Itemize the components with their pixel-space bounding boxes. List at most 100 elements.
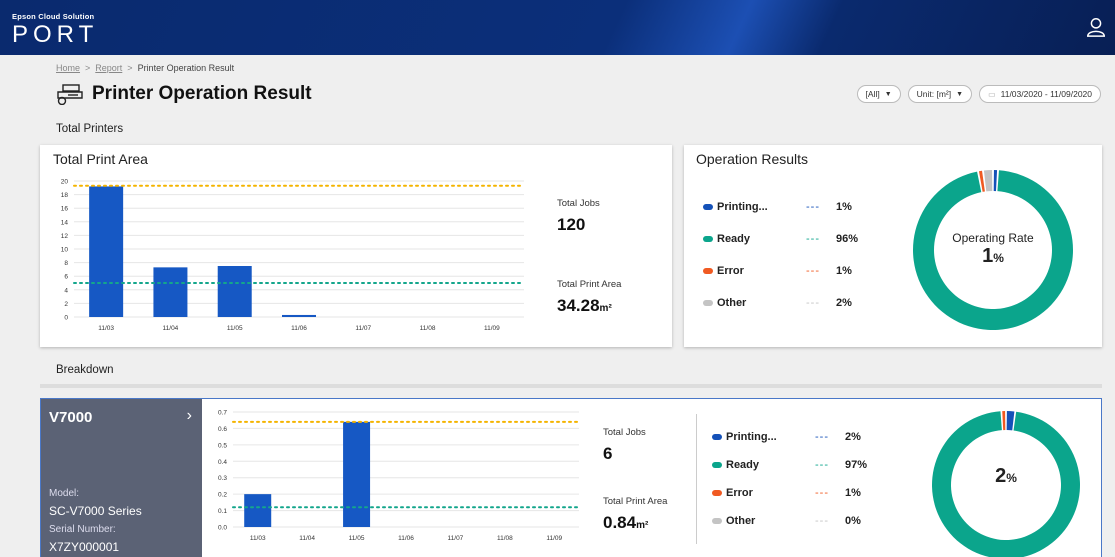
y-tick-label: 16 (61, 206, 69, 213)
printer-card-v7000: V7000 › Model: SC-V7000 Series Serial Nu… (40, 398, 1102, 557)
vertical-divider (696, 414, 697, 544)
legend-label: Error (717, 265, 744, 277)
bar[interactable] (89, 186, 124, 317)
legend-label: Printing... (726, 431, 777, 443)
unit-dropdown[interactable]: Unit: [m²] ▼ (907, 85, 973, 103)
total-print-area-card: Total Print Area 0 2 4 6 8 10 12 14 16 18 20 11/03 1… (40, 145, 672, 347)
x-tick-label: 11/09 (546, 535, 562, 542)
legend-dash: --- (806, 233, 820, 245)
legend-percent: 2% (845, 431, 861, 443)
date-range-picker[interactable]: ▭ 11/03/2020 - 11/09/2020 (979, 85, 1101, 103)
legend-swatch-icon (703, 268, 713, 274)
legend-row: Ready --- 97% (712, 459, 882, 471)
legend-row: Other --- 2% (703, 297, 873, 309)
legend-row: Printing... --- 2% (712, 431, 882, 443)
card-title: Total Print Area (53, 151, 148, 167)
legend-percent: 0% (845, 515, 861, 527)
legend-percent: 1% (836, 265, 852, 277)
total-area-value: 34.28m² (557, 296, 612, 316)
y-tick-label: 18 (61, 192, 69, 199)
y-tick-label: 14 (61, 219, 69, 226)
x-tick-label: 11/07 (355, 325, 371, 332)
legend-swatch-icon (703, 204, 713, 210)
total-jobs-label: Total Jobs (603, 427, 646, 438)
y-tick-label: 0 (64, 315, 68, 322)
rate-unit: % (993, 251, 1004, 265)
y-tick-label: 8 (64, 260, 68, 267)
brand-subtitle: Epson Cloud Solution (12, 12, 95, 21)
rate-number: 1 (982, 245, 994, 267)
user-account-icon[interactable] (1085, 16, 1107, 38)
breadcrumb-separator: > (85, 63, 91, 73)
scope-dropdown[interactable]: [All] ▼ (856, 85, 901, 103)
legend-swatch-icon (712, 462, 722, 468)
x-tick-label: 11/09 (484, 325, 500, 332)
legend-swatch-icon (703, 300, 713, 306)
area-unit: m² (636, 520, 649, 531)
legend-row: Error --- 1% (703, 265, 873, 277)
bar[interactable] (153, 267, 188, 317)
v7000-rate-value: 2% (921, 465, 1091, 488)
printer-summary-panel[interactable]: V7000 › Model: SC-V7000 Series Serial Nu… (41, 399, 202, 557)
x-tick-label: 11/08 (497, 535, 513, 542)
legend-swatch-icon (712, 490, 722, 496)
bar[interactable] (343, 421, 371, 527)
legend-dash: --- (815, 431, 829, 443)
bar[interactable] (282, 314, 316, 317)
section-divider (40, 384, 1102, 388)
total-area-label: Total Print Area (557, 279, 622, 290)
operating-rate-label: Operating Rate (952, 231, 1034, 245)
date-range-value: 11/03/2020 - 11/09/2020 (1000, 89, 1092, 99)
y-tick-label: 0.5 (218, 442, 227, 449)
printer-icon (57, 84, 83, 105)
legend-dash: --- (815, 459, 829, 471)
y-tick-label: 10 (61, 247, 69, 254)
legend-label: Ready (717, 233, 751, 245)
donut-slice[interactable] (1006, 411, 1015, 431)
total-jobs-label: Total Jobs (557, 198, 600, 209)
breadcrumb-report-link[interactable]: Report (95, 63, 122, 73)
x-tick-label: 11/03 (98, 325, 114, 332)
top-navigation-bar: Epson Cloud Solution PORT (0, 0, 1115, 55)
total-printers-heading: Total Printers (56, 123, 124, 135)
breakdown-heading: Breakdown (56, 364, 114, 376)
total-area-number: 0.84 (603, 513, 637, 532)
donut-slice[interactable] (993, 170, 998, 192)
total-area-number: 34.28 (557, 296, 600, 315)
chevron-right-icon[interactable]: › (187, 407, 192, 425)
legend-percent: 2% (836, 297, 852, 309)
serial-value: X7ZY000001 (49, 540, 120, 554)
donut-slice[interactable] (983, 170, 993, 192)
filter-bar: [All] ▼ Unit: [m²] ▼ ▭ 11/03/2020 - 11/09/2… (856, 85, 1101, 103)
brand-logo[interactable]: PORT (12, 21, 98, 49)
card-title: Operation Results (696, 151, 809, 167)
y-tick-label: 0.6 (218, 426, 227, 433)
legend-dash: --- (806, 297, 820, 309)
printer-name: V7000 (49, 409, 93, 426)
y-tick-label: 2 (64, 301, 68, 308)
breadcrumb-home-link[interactable]: Home (56, 63, 80, 73)
legend-label: Other (717, 297, 747, 309)
caret-down-icon: ▼ (884, 90, 892, 98)
rate-unit: % (1006, 471, 1017, 485)
legend-dash: --- (806, 201, 820, 213)
model-value: SC-V7000 Series (49, 504, 142, 518)
total-jobs-value: 6 (603, 444, 613, 463)
unit-value: Unit: [m²] (916, 89, 952, 99)
x-tick-label: 11/08 (420, 325, 436, 332)
legend-dash: --- (815, 487, 829, 499)
page-title: Printer Operation Result (92, 83, 312, 104)
operation-results-card: Operation Results Printing... --- 1% Ready -… (684, 145, 1102, 347)
breadcrumb-current: Printer Operation Result (137, 63, 235, 73)
bar[interactable] (217, 266, 252, 317)
legend-label: Printing... (717, 201, 768, 213)
y-tick-label: 4 (64, 287, 68, 294)
y-tick-label: 12 (61, 233, 69, 240)
y-tick-label: 6 (64, 274, 68, 281)
bar[interactable] (244, 494, 272, 527)
y-tick-label: 0.4 (218, 459, 227, 466)
donut-slice[interactable] (1002, 411, 1006, 431)
area-unit: m² (599, 303, 612, 314)
breadcrumb-separator: > (127, 63, 133, 73)
legend-percent: 1% (845, 487, 861, 499)
